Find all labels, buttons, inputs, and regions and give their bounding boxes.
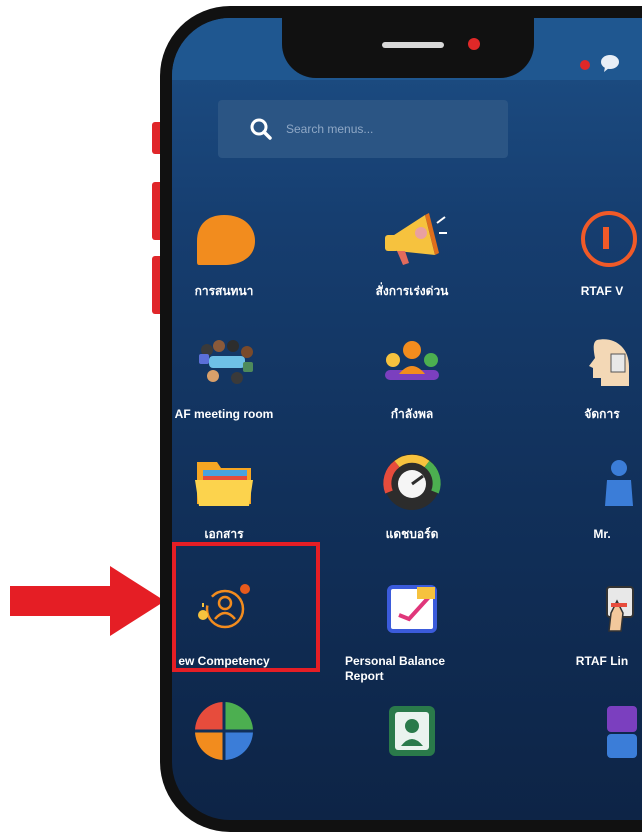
app-label: เอกสาร	[204, 527, 244, 541]
search-icon	[250, 118, 272, 140]
app-label: RTAF V	[580, 284, 624, 298]
camera-icon	[468, 38, 480, 50]
app-label: จัดการ	[584, 407, 620, 421]
color-blocks-icon	[607, 706, 637, 758]
pointer-arrow-icon	[10, 566, 165, 636]
dashboard-gauge-icon	[383, 454, 441, 510]
app-label: RTAF Lin	[575, 654, 629, 668]
app-label: แดชบอร์ด	[385, 527, 439, 541]
app-rtaf-v[interactable]: RTAF V	[527, 203, 642, 299]
app-color-blocks[interactable]	[527, 696, 642, 777]
notification-dot-icon	[580, 60, 590, 70]
app-competency[interactable]: ew Competency	[172, 573, 299, 669]
phone-frame: การสนทนา สั่งการเร่งด่วน RTAF V	[160, 6, 642, 832]
app-balance-report[interactable]: Personal Balance Report	[337, 573, 487, 684]
manage-icon	[589, 339, 629, 386]
balance-report-icon	[387, 585, 437, 633]
search-bar[interactable]	[218, 100, 508, 158]
app-label: Personal Balance Report	[337, 654, 487, 684]
personnel-icon	[385, 341, 439, 380]
color-circle-icon	[195, 702, 253, 760]
chat-status-icon[interactable]	[600, 54, 620, 72]
app-label: AF meeting room	[174, 407, 274, 421]
app-rtaf-link[interactable]: RTAF Lin	[527, 573, 642, 669]
app-mr-assistant[interactable]: Mr.	[527, 446, 642, 542]
rtaf-v-icon	[581, 211, 637, 267]
chat-bubble-icon	[197, 215, 255, 265]
app-personnel[interactable]: กำลังพล	[337, 326, 487, 422]
app-label-text: Personal Balance Report	[345, 654, 446, 683]
app-urgent-command[interactable]: สั่งการเร่งด่วน	[337, 203, 487, 299]
phone-screen: การสนทนา สั่งการเร่งด่วน RTAF V	[172, 18, 642, 820]
app-manage[interactable]: จัดการ	[527, 326, 642, 422]
rtaf-link-icon	[606, 586, 634, 632]
phone-notch	[282, 18, 534, 78]
app-label: ew Competency	[178, 654, 270, 668]
megaphone-icon	[385, 213, 447, 265]
app-label: กำลังพล	[390, 407, 434, 421]
app-documents[interactable]: เอกสาร	[172, 446, 299, 542]
competency-icon	[198, 584, 250, 629]
app-profile-card[interactable]	[337, 696, 487, 777]
mr-assistant-icon	[605, 460, 633, 506]
app-meeting-room[interactable]: AF meeting room	[172, 326, 299, 422]
app-chat[interactable]: การสนทนา	[172, 203, 299, 299]
speaker-icon	[382, 42, 444, 48]
app-color-circle[interactable]	[172, 696, 299, 777]
app-label: สั่งการเร่งด่วน	[375, 284, 449, 298]
search-input[interactable]	[286, 122, 486, 136]
folder-icon	[195, 462, 253, 506]
meeting-room-icon	[199, 340, 253, 384]
app-label: Mr.	[593, 527, 611, 541]
profile-card-icon	[389, 706, 435, 756]
app-dashboard[interactable]: แดชบอร์ด	[337, 446, 487, 542]
app-label: การสนทนา	[194, 284, 254, 298]
